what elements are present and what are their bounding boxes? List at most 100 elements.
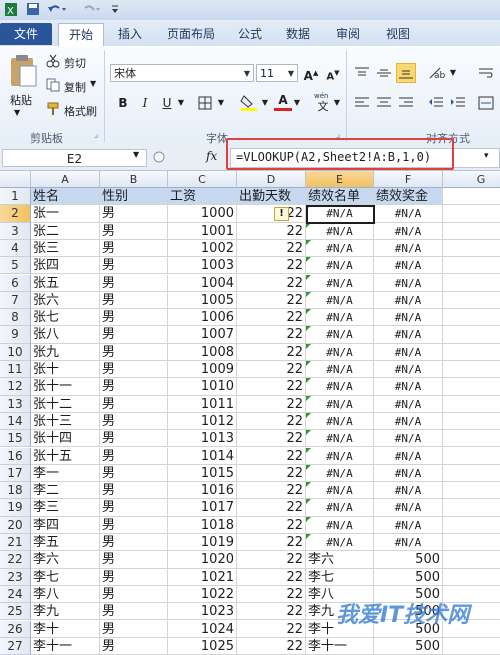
- name-box-dropdown-icon[interactable]: ▼: [133, 150, 139, 159]
- cell[interactable]: 男: [100, 637, 168, 655]
- cell[interactable]: 男: [100, 343, 168, 361]
- cell[interactable]: 1012: [168, 412, 237, 431]
- cell[interactable]: [443, 551, 500, 569]
- cell[interactable]: 22: [237, 309, 306, 327]
- row-header[interactable]: 27: [0, 637, 31, 655]
- merge-center-icon[interactable]: [478, 96, 494, 110]
- cell[interactable]: 1025: [168, 637, 237, 655]
- customize-qat-icon[interactable]: [110, 2, 120, 17]
- copy-label[interactable]: 复制: [64, 79, 86, 95]
- cell[interactable]: [443, 534, 500, 552]
- orientation-icon[interactable]: ab: [428, 66, 446, 80]
- cell[interactable]: 男: [100, 516, 168, 534]
- cell[interactable]: #N/A: [374, 257, 443, 275]
- align-right-icon[interactable]: [398, 96, 414, 110]
- cell[interactable]: 张十四: [31, 430, 100, 448]
- cell[interactable]: 22: [237, 274, 306, 292]
- cell[interactable]: 22: [237, 447, 306, 465]
- cell[interactable]: 男: [100, 326, 168, 344]
- wrap-text-icon[interactable]: [478, 66, 494, 80]
- cell[interactable]: [443, 275, 500, 292]
- header-cell[interactable]: 绩效名单: [306, 188, 374, 206]
- zoom-handle-icon[interactable]: [152, 150, 166, 164]
- row-header[interactable]: 13: [0, 395, 31, 413]
- borders-icon[interactable]: [198, 96, 214, 110]
- row-header[interactable]: 15: [0, 430, 31, 448]
- cell[interactable]: 1010: [168, 378, 237, 396]
- cell[interactable]: 1005: [168, 291, 237, 310]
- cell[interactable]: [443, 482, 500, 500]
- cell[interactable]: 22: [237, 551, 306, 569]
- cell[interactable]: 李六: [306, 551, 374, 569]
- cell[interactable]: 张四: [31, 257, 100, 275]
- cell[interactable]: 22: [237, 395, 306, 413]
- column-header-c[interactable]: C: [168, 171, 237, 188]
- cell[interactable]: [443, 326, 500, 344]
- tab-insert[interactable]: 插入: [108, 23, 152, 45]
- row-header[interactable]: 6: [0, 274, 31, 292]
- cell[interactable]: #N/A: [306, 326, 374, 344]
- row-header[interactable]: 22: [0, 551, 31, 569]
- cell[interactable]: 男: [100, 447, 168, 465]
- cell[interactable]: #N/A: [374, 222, 443, 240]
- cell[interactable]: 男: [100, 551, 168, 569]
- cell[interactable]: 500: [374, 568, 443, 586]
- row-header[interactable]: 25: [0, 603, 31, 621]
- expand-formula-bar-icon[interactable]: ▾: [484, 151, 489, 161]
- cell[interactable]: 李七: [306, 568, 374, 586]
- cell[interactable]: 男: [100, 309, 168, 327]
- cell[interactable]: #N/A: [374, 412, 443, 431]
- bold-button[interactable]: B: [114, 94, 132, 112]
- cell[interactable]: #N/A: [306, 516, 374, 534]
- name-box[interactable]: E2: [2, 149, 147, 167]
- cell[interactable]: 男: [100, 482, 168, 500]
- cell[interactable]: #N/A: [306, 482, 374, 500]
- cell[interactable]: 李七: [31, 568, 100, 586]
- row-header[interactable]: 21: [0, 534, 31, 552]
- cell[interactable]: 李三: [31, 499, 100, 517]
- cell[interactable]: #N/A: [374, 395, 443, 413]
- cell[interactable]: 男: [100, 205, 168, 223]
- cell[interactable]: #N/A: [374, 499, 443, 517]
- row-header[interactable]: 7: [0, 291, 31, 310]
- cell[interactable]: #N/A: [306, 464, 374, 483]
- cell[interactable]: 22: [237, 257, 306, 275]
- cell[interactable]: #N/A: [374, 239, 443, 258]
- cell[interactable]: #N/A: [374, 378, 443, 396]
- cell[interactable]: 1019: [168, 534, 237, 552]
- cell[interactable]: 1002: [168, 239, 237, 258]
- cell[interactable]: 22: [237, 239, 306, 258]
- font-name-dropdown-icon[interactable]: ▼: [241, 65, 253, 81]
- orientation-dropdown-icon[interactable]: ▼: [448, 64, 458, 82]
- cell[interactable]: [443, 309, 500, 327]
- cell[interactable]: [443, 361, 500, 379]
- cell[interactable]: [443, 396, 500, 413]
- tab-review[interactable]: 审阅: [328, 23, 368, 45]
- cell[interactable]: 1016: [168, 482, 237, 500]
- redo-icon[interactable]: [80, 2, 102, 17]
- cell[interactable]: #N/A: [306, 378, 374, 396]
- decrease-indent-icon[interactable]: [428, 96, 444, 110]
- cell[interactable]: #N/A: [374, 291, 443, 310]
- row-header[interactable]: 26: [0, 620, 31, 638]
- cell[interactable]: 李一: [31, 464, 100, 483]
- fill-color-dropdown-icon[interactable]: ▼: [260, 94, 270, 112]
- align-top-icon[interactable]: [354, 66, 370, 80]
- row-header[interactable]: 14: [0, 412, 31, 431]
- cell[interactable]: 男: [100, 274, 168, 292]
- row-header[interactable]: 17: [0, 464, 31, 483]
- align-left-icon[interactable]: [354, 96, 370, 110]
- row-header[interactable]: 24: [0, 585, 31, 604]
- cell[interactable]: 1020: [168, 551, 237, 569]
- cell[interactable]: 22: [237, 516, 306, 534]
- cell[interactable]: #N/A: [306, 291, 374, 310]
- cell[interactable]: 李六: [31, 551, 100, 569]
- cell[interactable]: 22: [237, 222, 306, 240]
- header-cell[interactable]: 工资: [168, 188, 237, 206]
- cell[interactable]: 22: [237, 568, 306, 586]
- cell[interactable]: [443, 344, 500, 361]
- cell[interactable]: 1015: [168, 464, 237, 483]
- row-header[interactable]: 20: [0, 516, 31, 534]
- cell[interactable]: 男: [100, 620, 168, 638]
- row-header[interactable]: 11: [0, 361, 31, 379]
